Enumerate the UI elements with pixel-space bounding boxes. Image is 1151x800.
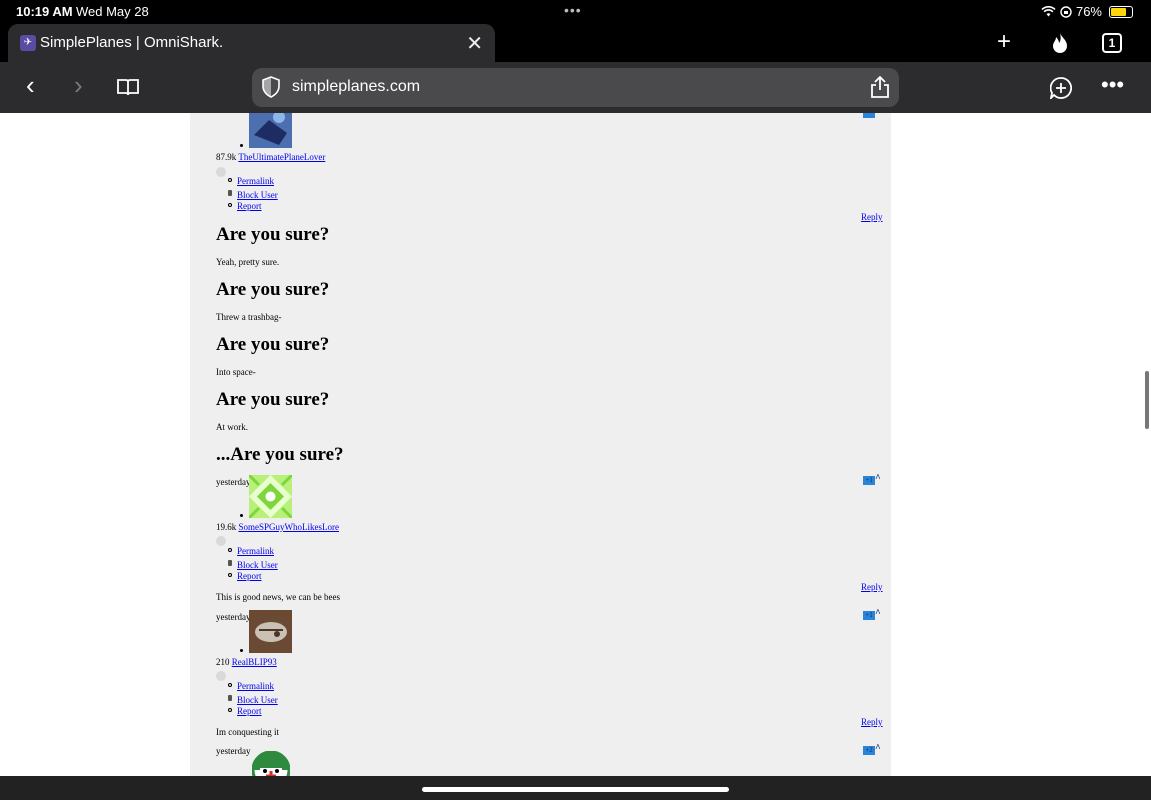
battery-icon	[1109, 5, 1133, 18]
poem-line: Threw a trashbag-	[216, 312, 282, 322]
vote-count-badge[interactable]: +2	[863, 746, 875, 755]
author-score: 210	[216, 657, 230, 667]
tab-title: SimplePlanes | OmniShark.	[40, 34, 224, 51]
browser-toolbar: ‹ › simpleplanes.com •••	[0, 62, 1151, 113]
close-tab-icon[interactable]: ✕	[466, 31, 483, 56]
poem-heading: ...Are you sure?	[216, 444, 344, 465]
status-time: 10:19 AM	[16, 4, 73, 19]
flame-icon[interactable]	[1050, 32, 1070, 54]
user-avatar[interactable]	[252, 751, 290, 776]
poem-heading: Are you sure?	[216, 279, 330, 300]
avatar-placeholder	[216, 167, 226, 177]
status-right: 76%	[1041, 4, 1133, 19]
comment-time: yesterday	[216, 477, 251, 487]
list-bullet	[240, 144, 243, 147]
author-link[interactable]: TheUltimatePlaneLover	[238, 152, 325, 162]
comment-author-line: 210 RealBLIP93	[216, 657, 277, 667]
list-bullet	[228, 178, 232, 182]
report-link[interactable]: Report	[237, 571, 262, 581]
permalink-link[interactable]: Permalink	[237, 176, 274, 186]
privacy-shield-icon[interactable]	[262, 76, 280, 98]
list-bullet	[228, 683, 232, 687]
comment-time: yesterday	[216, 612, 251, 622]
reply-link[interactable]: Reply	[861, 717, 883, 727]
tab-bar: ✈ SimplePlanes | OmniShark. ✕ + 1	[0, 24, 1151, 62]
vote-count-badge[interactable]: +1	[863, 611, 875, 620]
status-bar: 10:19 AM Wed May 28 ••• 76%	[0, 0, 1151, 24]
bookmarks-book-icon[interactable]	[117, 78, 139, 96]
block-icon	[228, 190, 232, 196]
author-link[interactable]: SomeSPGuyWhoLikesLore	[239, 522, 340, 532]
reply-link[interactable]: Reply	[861, 582, 883, 592]
home-indicator[interactable]	[422, 787, 729, 792]
add-comment-bubble-icon[interactable]	[1050, 77, 1072, 99]
poem-heading: Are you sure?	[216, 334, 330, 355]
address-url: simpleplanes.com	[292, 78, 421, 95]
vote-count-badge[interactable]: +1	[863, 476, 875, 485]
site-favicon-icon: ✈	[20, 35, 36, 51]
wifi-icon	[1041, 6, 1056, 17]
forward-chevron-icon[interactable]: ›	[74, 70, 83, 101]
back-chevron-icon[interactable]: ‹	[26, 70, 35, 101]
vote-count-badge[interactable]	[863, 113, 875, 118]
block-icon	[228, 560, 232, 566]
block-icon	[228, 695, 232, 701]
poem-heading: Are you sure?	[216, 224, 330, 245]
avatar-placeholder	[216, 671, 226, 681]
permalink-link[interactable]: Permalink	[237, 546, 274, 556]
user-avatar[interactable]	[249, 113, 292, 148]
tab-simpleplanes[interactable]: ✈ SimplePlanes | OmniShark. ✕	[8, 24, 495, 62]
web-content: 87.9k TheUltimatePlaneLover Permalink Bl…	[0, 113, 1151, 776]
author-link[interactable]: RealBLIP93	[232, 657, 277, 667]
comment-text: Im conquesting it	[216, 727, 279, 737]
report-link[interactable]: Report	[237, 706, 262, 716]
list-bullet	[240, 649, 243, 652]
avatar-placeholder	[216, 536, 226, 546]
more-options-icon[interactable]: •••	[1101, 72, 1124, 98]
user-avatar[interactable]	[249, 475, 292, 518]
poem-line: Yeah, pretty sure.	[216, 257, 280, 267]
author-score: 19.6k	[216, 522, 237, 532]
battery-level	[1111, 7, 1127, 16]
orientation-lock-icon	[1060, 5, 1072, 18]
block-user-link[interactable]: Block User	[237, 560, 278, 570]
comment-time: yesterday	[216, 746, 251, 756]
block-user-link[interactable]: Block User	[237, 190, 278, 200]
upvote-chevron-icon[interactable]: ^	[875, 608, 881, 619]
list-bullet	[240, 514, 243, 517]
comments-panel: 87.9k TheUltimatePlaneLover Permalink Bl…	[190, 113, 891, 776]
upvote-chevron-icon[interactable]: ^	[875, 473, 881, 484]
reply-link[interactable]: Reply	[861, 212, 883, 222]
author-score: 87.9k	[216, 152, 237, 162]
list-bullet	[228, 708, 232, 712]
home-indicator-bar	[0, 776, 1151, 800]
address-bar[interactable]: simpleplanes.com	[252, 68, 899, 107]
poem-line: Into space-	[216, 367, 256, 377]
battery-percent: 76%	[1075, 4, 1102, 19]
report-link[interactable]: Report	[237, 201, 262, 211]
block-user-link[interactable]: Block User	[237, 695, 278, 705]
user-avatar[interactable]	[249, 610, 292, 653]
list-bullet	[228, 203, 232, 207]
comment-text: This is good news, we can be bees	[216, 592, 340, 602]
poem-heading: Are you sure?	[216, 389, 330, 410]
comment-author-line: 19.6k SomeSPGuyWhoLikesLore	[216, 522, 339, 532]
share-icon[interactable]	[871, 76, 889, 98]
new-tab-plus-icon[interactable]: +	[997, 28, 1011, 56]
list-bullet	[228, 573, 232, 577]
permalink-link[interactable]: Permalink	[237, 681, 274, 691]
list-bullet	[228, 548, 232, 552]
status-date: Wed May 28	[76, 4, 149, 19]
page-scrollbar[interactable]	[1145, 371, 1149, 429]
poem-line: At work.	[216, 422, 248, 432]
tab-count-button[interactable]: 1	[1102, 33, 1122, 53]
multitasking-dots-icon[interactable]: •••	[564, 2, 582, 18]
upvote-chevron-icon[interactable]: ^	[875, 743, 881, 754]
comment-author-line: 87.9k TheUltimatePlaneLover	[216, 152, 325, 162]
